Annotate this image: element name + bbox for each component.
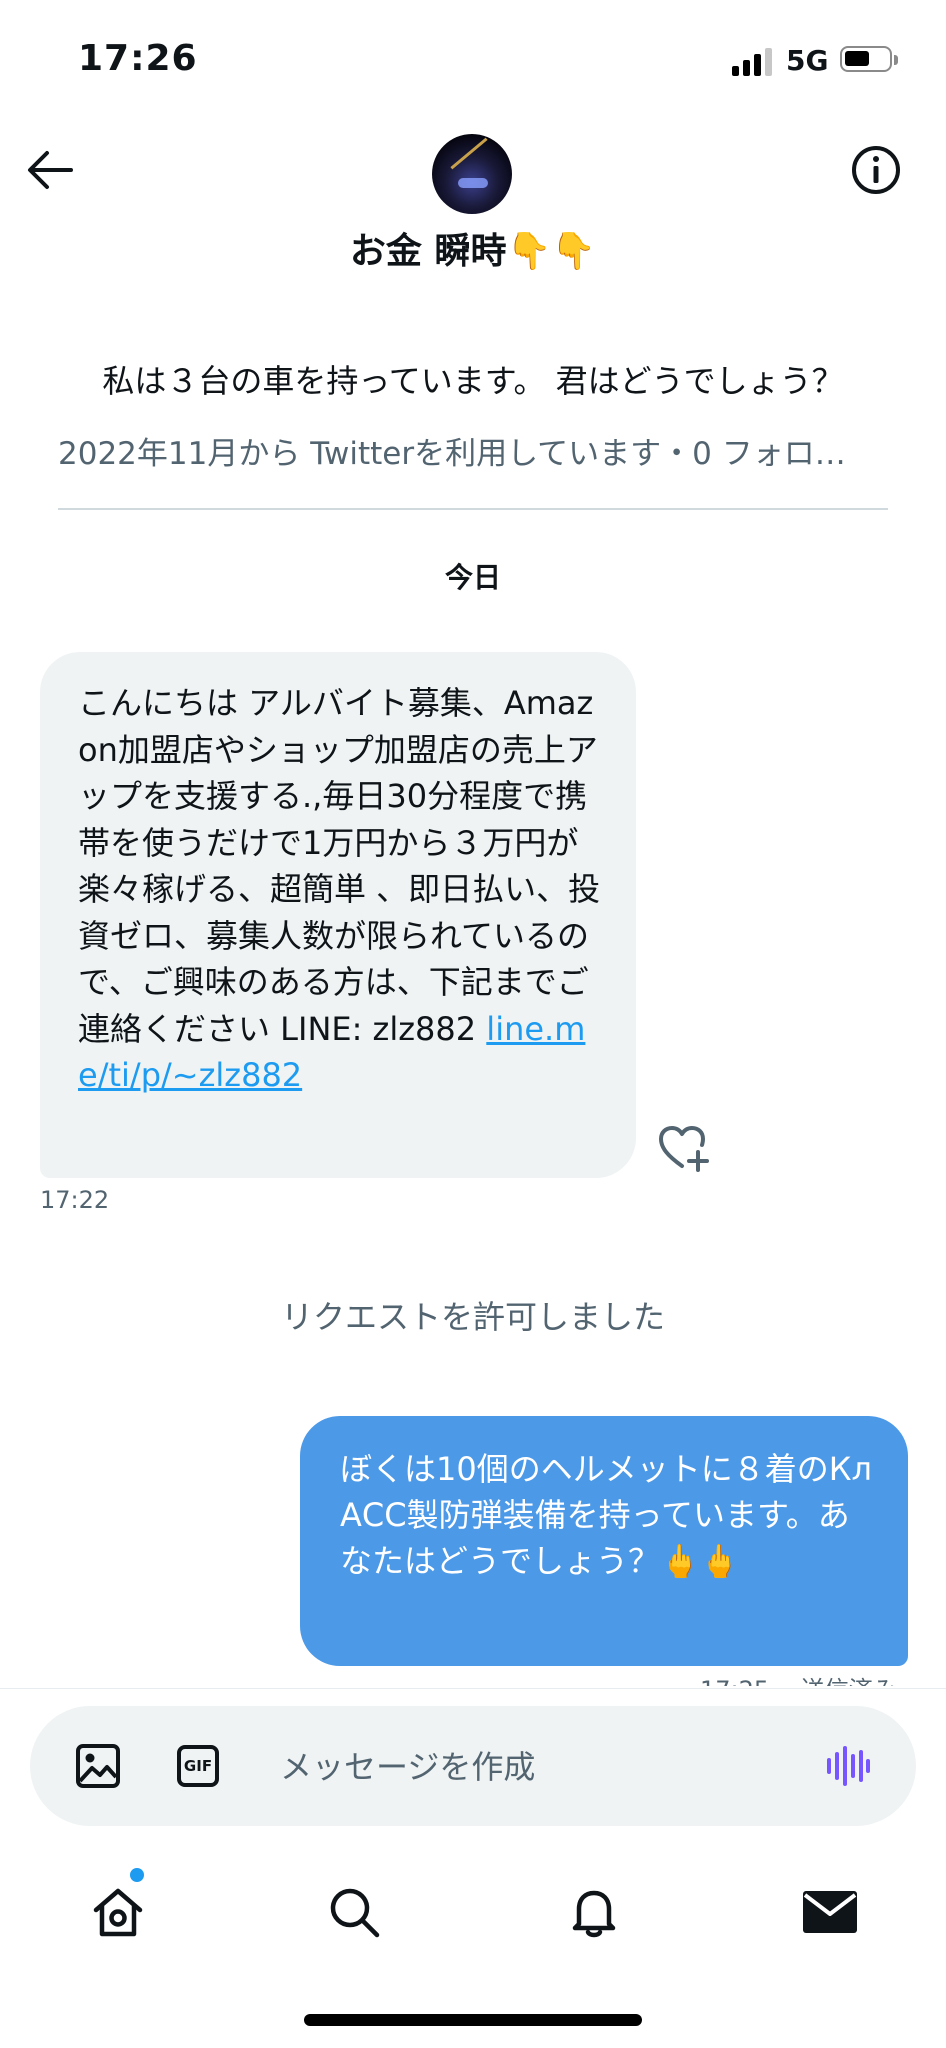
heart-plus-icon bbox=[659, 1126, 709, 1172]
tab-notifications[interactable] bbox=[558, 1876, 630, 1948]
conversation-name: お金 瞬時👇👇 bbox=[349, 231, 597, 272]
profile-meta: 2022年11月から Twitterを利用しています・0 フォロ… bbox=[58, 436, 846, 472]
divider bbox=[58, 508, 888, 510]
voice-button[interactable] bbox=[820, 1738, 876, 1794]
signal-icon bbox=[732, 44, 776, 76]
react-button[interactable] bbox=[656, 1120, 712, 1176]
sent-message-meta: 17:25 ・送信済み bbox=[700, 1670, 897, 1686]
image-icon bbox=[76, 1744, 120, 1788]
home-indicator bbox=[304, 2014, 642, 2026]
info-icon bbox=[852, 146, 900, 194]
day-label: 今日 bbox=[444, 561, 501, 594]
battery-icon bbox=[840, 46, 898, 72]
image-button[interactable] bbox=[70, 1738, 126, 1794]
composer-divider bbox=[0, 1688, 946, 1689]
bell-icon bbox=[572, 1890, 616, 1938]
tab-messages[interactable] bbox=[794, 1876, 866, 1948]
info-button[interactable] bbox=[848, 142, 904, 198]
tab-home[interactable] bbox=[82, 1876, 154, 1948]
tab-search[interactable] bbox=[318, 1876, 390, 1948]
received-message-text: こんにちは アルバイト募集、Amazon加盟店やショップ加盟店の売上アップを支援… bbox=[78, 684, 601, 1048]
search-icon bbox=[330, 1888, 380, 1938]
voice-wave-icon bbox=[827, 1746, 870, 1786]
back-arrow-icon bbox=[28, 151, 73, 189]
gif-icon: GIF bbox=[177, 1745, 219, 1787]
received-message-time: 17:22 bbox=[40, 1186, 110, 1214]
status-time: 17:26 bbox=[78, 38, 198, 79]
sent-message-text: ぼくは10個のヘルメットに８着のКлАСС製防弾装備を持っています。あなたはどう… bbox=[340, 1450, 872, 1580]
mail-icon bbox=[803, 1891, 857, 1933]
system-note: リクエストを許可しました bbox=[280, 1298, 665, 1336]
profile-bio: 私は３台の車を持っています。 君はどうでしょう？ bbox=[102, 362, 844, 400]
gif-button[interactable]: GIF bbox=[170, 1738, 226, 1794]
message-input[interactable] bbox=[278, 1736, 802, 1798]
sent-message-bubble[interactable]: ぼくは10個のヘルメットに８着のКлАСС製防弾装備を持っています。あなたはどう… bbox=[300, 1416, 908, 1666]
received-message-bubble[interactable]: こんにちは アルバイト募集、Amazon加盟店やショップ加盟店の売上アップを支援… bbox=[40, 652, 636, 1178]
avatar[interactable] bbox=[432, 134, 512, 214]
network-type: 5G bbox=[786, 44, 829, 77]
home-notification-dot bbox=[130, 1868, 144, 1882]
back-button[interactable] bbox=[22, 142, 78, 198]
home-icon bbox=[93, 1888, 143, 1937]
